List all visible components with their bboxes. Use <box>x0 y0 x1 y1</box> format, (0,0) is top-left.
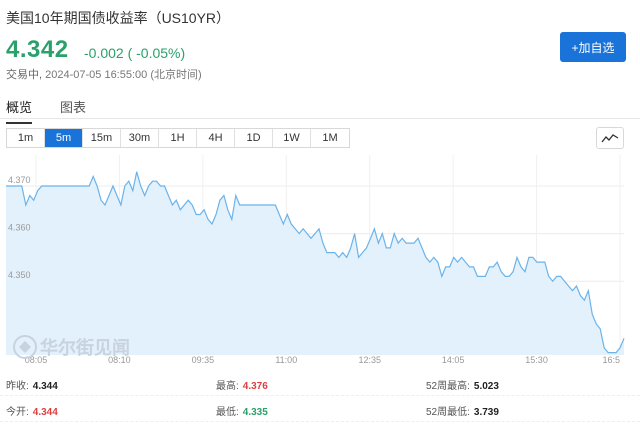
price-area <box>6 171 624 355</box>
stats-row: 昨收: 4.344 最高: 4.376 52周最高: 5.023 <box>0 370 640 396</box>
tabs-divider <box>0 118 640 119</box>
period-1mo[interactable]: 1M <box>311 129 349 147</box>
add-watchlist-button[interactable]: +加自选 <box>560 32 626 62</box>
y-tick-label: 4.360 <box>8 223 31 233</box>
y-tick-label: 4.350 <box>8 270 31 280</box>
prev-close-value: 4.344 <box>32 381 58 392</box>
period-1m[interactable]: 1m <box>7 129 45 147</box>
stats-row: 今开: 4.344 最低: 4.335 52周最低: 3.739 <box>0 396 640 422</box>
trade-status-label: 交易中, <box>6 69 43 81</box>
instrument-title: 美国10年期国债收益率（US10YR） <box>6 10 231 26</box>
week52-high-label: 52周最高: <box>426 381 470 392</box>
day-high-label: 最高: <box>216 381 239 392</box>
period-selector: 1m 5m 15m 30m 1H 4H 1D 1W 1M <box>6 128 350 148</box>
trade-status: 交易中, 2024-07-05 16:55:00 (北京时间) <box>6 66 202 82</box>
day-low-label: 最低: <box>216 407 239 418</box>
week52-high: 52周最高: 5.023 <box>426 377 499 392</box>
today-open-label: 今开: <box>6 407 29 418</box>
day-low-value: 4.335 <box>242 407 268 418</box>
line-chart-icon <box>601 134 619 143</box>
period-15m[interactable]: 15m <box>83 129 121 147</box>
watermark-text: 华尔街见闻 <box>40 337 130 359</box>
x-tick-label: 12:35 <box>358 355 381 365</box>
view-tabs: 概览 图表 <box>6 97 86 124</box>
chart-type-toggle[interactable] <box>596 127 624 149</box>
yield-chart[interactable]: 4.3704.3604.350 08:05 08:10 09:35 11:00 12:3… <box>0 155 640 365</box>
day-low: 最低: 4.335 <box>216 403 268 418</box>
today-open-value: 4.344 <box>32 407 58 418</box>
price-change: -0.002 ( -0.05%) <box>84 45 186 61</box>
day-high-value: 4.376 <box>242 381 268 392</box>
period-1w[interactable]: 1W <box>273 129 311 147</box>
x-tick-label: 16:5 <box>602 355 620 365</box>
week52-low: 52周最低: 3.739 <box>426 403 499 418</box>
stats-panel: 昨收: 4.344 最高: 4.376 52周最高: 5.023 今开: 4.344 最… <box>0 370 640 422</box>
period-1h[interactable]: 1H <box>159 129 197 147</box>
week52-high-value: 5.023 <box>473 381 499 392</box>
tab-chart[interactable]: 图表 <box>60 97 86 124</box>
trade-timestamp: 2024-07-05 16:55:00 (北京时间) <box>45 69 202 81</box>
x-tick-label: 15:30 <box>525 355 548 365</box>
week52-low-label: 52周最低: <box>426 407 470 418</box>
x-tick-label: 14:05 <box>442 355 465 365</box>
y-tick-label: 4.370 <box>8 175 31 185</box>
x-tick-label: 09:35 <box>192 355 215 365</box>
week52-low-value: 3.739 <box>473 407 499 418</box>
period-4h[interactable]: 4H <box>197 129 235 147</box>
x-tick-label: 11:00 <box>275 355 297 365</box>
today-open: 今开: 4.344 <box>6 403 58 418</box>
period-1d[interactable]: 1D <box>235 129 273 147</box>
prev-close: 昨收: 4.344 <box>6 377 58 392</box>
period-5m[interactable]: 5m <box>45 129 83 147</box>
period-30m[interactable]: 30m <box>121 129 159 147</box>
prev-close-label: 昨收: <box>6 381 29 392</box>
tab-overview[interactable]: 概览 <box>6 97 33 124</box>
day-high: 最高: 4.376 <box>216 377 268 392</box>
current-price: 4.342 <box>6 36 69 63</box>
